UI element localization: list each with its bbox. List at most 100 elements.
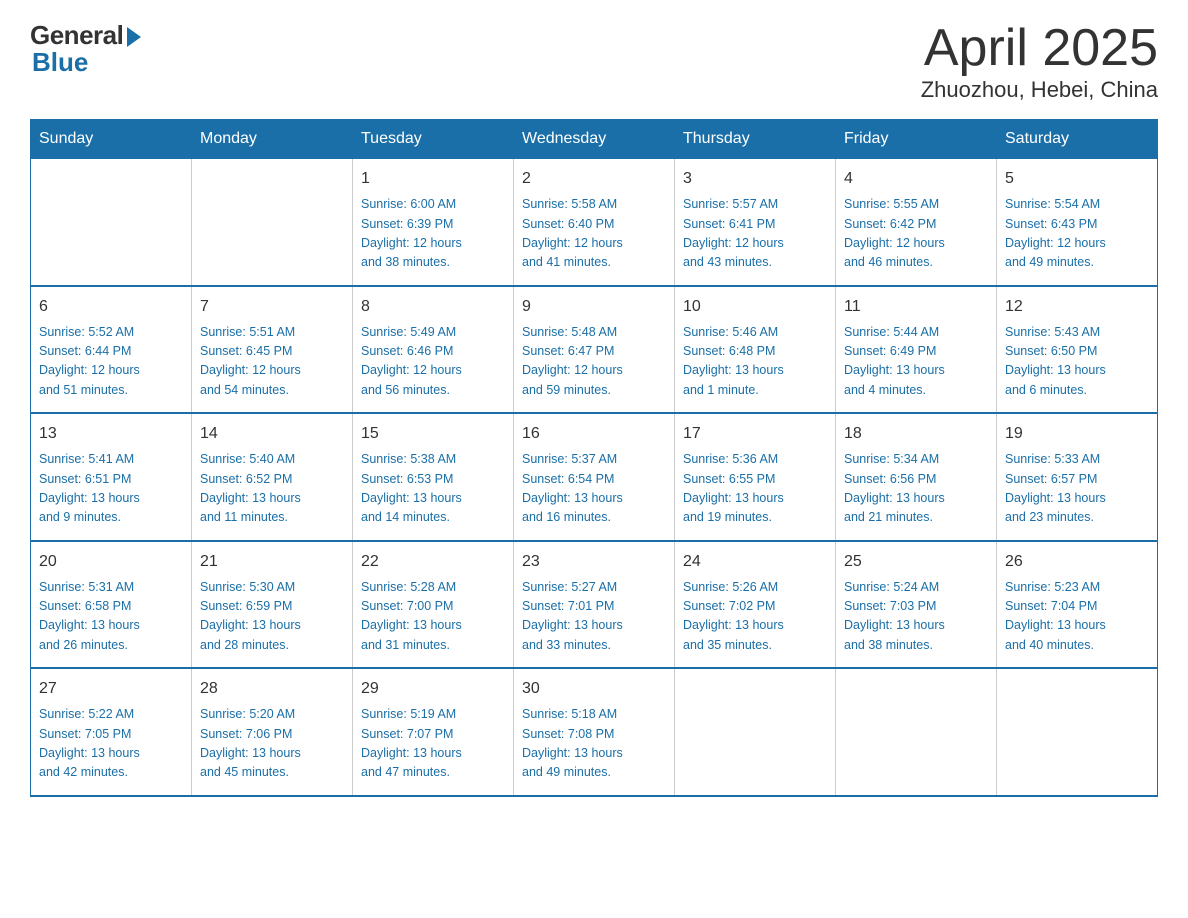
day-number: 15 [361, 422, 505, 446]
calendar-cell: 19 Sunrise: 5:33 AMSunset: 6:57 PMDayligh… [997, 413, 1158, 541]
day-number: 14 [200, 422, 344, 446]
calendar-title: April 2025 [921, 20, 1158, 77]
calendar-cell: 11 Sunrise: 5:44 AMSunset: 6:49 PMDayligh… [836, 286, 997, 414]
calendar-week-row: 6Sunrise: 5:52 AMSunset: 6:44 PMDaylight… [31, 286, 1158, 414]
calendar-cell [836, 668, 997, 796]
day-number: 16 [522, 422, 666, 446]
calendar-cell [675, 668, 836, 796]
calendar-cell: 6Sunrise: 5:52 AMSunset: 6:44 PMDaylight… [31, 286, 192, 414]
weekday-header: Sunday [31, 120, 192, 159]
day-info: Sunrise: 5:54 AMSunset: 6:43 PMDaylight:… [1005, 195, 1149, 273]
weekday-header: Thursday [675, 120, 836, 159]
day-number: 25 [844, 550, 988, 574]
day-number: 23 [522, 550, 666, 574]
calendar-cell [192, 159, 353, 286]
day-number: 19 [1005, 422, 1149, 446]
weekday-header: Saturday [997, 120, 1158, 159]
logo-arrow-icon [127, 27, 141, 47]
logo: General Blue [30, 20, 141, 78]
day-number: 20 [39, 550, 183, 574]
day-info: Sunrise: 5:57 AMSunset: 6:41 PMDaylight:… [683, 195, 827, 273]
day-info: Sunrise: 5:40 AMSunset: 6:52 PMDaylight:… [200, 450, 344, 528]
calendar-cell: 24 Sunrise: 5:26 AMSunset: 7:02 PMDayligh… [675, 541, 836, 669]
day-info: Sunrise: 5:46 AMSunset: 6:48 PMDaylight:… [683, 323, 827, 401]
calendar-cell: 23Sunrise: 5:27 AMSunset: 7:01 PMDayligh… [514, 541, 675, 669]
day-info: Sunrise: 5:19 AMSunset: 7:07 PMDaylight:… [361, 705, 505, 783]
calendar-cell: 5 Sunrise: 5:54 AMSunset: 6:43 PMDaylight… [997, 159, 1158, 286]
day-number: 7 [200, 295, 344, 319]
calendar-cell: 17 Sunrise: 5:36 AMSunset: 6:55 PMDayligh… [675, 413, 836, 541]
day-info: Sunrise: 5:48 AMSunset: 6:47 PMDaylight:… [522, 323, 666, 401]
day-number: 5 [1005, 167, 1149, 191]
day-number: 13 [39, 422, 183, 446]
day-number: 1 [361, 167, 505, 191]
calendar-cell: 9 Sunrise: 5:48 AMSunset: 6:47 PMDaylight… [514, 286, 675, 414]
calendar-week-row: 13 Sunrise: 5:41 AMSunset: 6:51 PMDayligh… [31, 413, 1158, 541]
day-number: 8 [361, 295, 505, 319]
day-number: 26 [1005, 550, 1149, 574]
calendar-cell: 22 Sunrise: 5:28 AMSunset: 7:00 PMDayligh… [353, 541, 514, 669]
day-info: Sunrise: 5:30 AMSunset: 6:59 PMDaylight:… [200, 578, 344, 656]
calendar-location: Zhuozhou, Hebei, China [921, 77, 1158, 103]
day-number: 12 [1005, 295, 1149, 319]
calendar-cell: 13 Sunrise: 5:41 AMSunset: 6:51 PMDayligh… [31, 413, 192, 541]
day-number: 30 [522, 677, 666, 701]
calendar-week-row: 20 Sunrise: 5:31 AMSunset: 6:58 PMDayligh… [31, 541, 1158, 669]
weekday-header: Monday [192, 120, 353, 159]
day-info: Sunrise: 5:41 AMSunset: 6:51 PMDaylight:… [39, 450, 183, 528]
day-number: 17 [683, 422, 827, 446]
weekday-header: Wednesday [514, 120, 675, 159]
day-number: 21 [200, 550, 344, 574]
calendar-cell: 28Sunrise: 5:20 AMSunset: 7:06 PMDayligh… [192, 668, 353, 796]
day-info: Sunrise: 5:44 AMSunset: 6:49 PMDaylight:… [844, 323, 988, 401]
day-info: Sunrise: 6:00 AMSunset: 6:39 PMDaylight:… [361, 195, 505, 273]
calendar-cell: 21 Sunrise: 5:30 AMSunset: 6:59 PMDayligh… [192, 541, 353, 669]
day-info: Sunrise: 5:49 AMSunset: 6:46 PMDaylight:… [361, 323, 505, 401]
calendar-cell: 29Sunrise: 5:19 AMSunset: 7:07 PMDayligh… [353, 668, 514, 796]
calendar-cell [997, 668, 1158, 796]
calendar-cell: 12 Sunrise: 5:43 AMSunset: 6:50 PMDayligh… [997, 286, 1158, 414]
calendar-table: SundayMondayTuesdayWednesdayThursdayFrid… [30, 119, 1158, 797]
day-number: 27 [39, 677, 183, 701]
weekday-header: Friday [836, 120, 997, 159]
title-block: April 2025 Zhuozhou, Hebei, China [921, 20, 1158, 103]
calendar-cell: 26 Sunrise: 5:23 AMSunset: 7:04 PMDayligh… [997, 541, 1158, 669]
calendar-cell [31, 159, 192, 286]
day-info: Sunrise: 5:34 AMSunset: 6:56 PMDaylight:… [844, 450, 988, 528]
day-info: Sunrise: 5:23 AMSunset: 7:04 PMDaylight:… [1005, 578, 1149, 656]
day-info: Sunrise: 5:51 AMSunset: 6:45 PMDaylight:… [200, 323, 344, 401]
calendar-cell: 10 Sunrise: 5:46 AMSunset: 6:48 PMDayligh… [675, 286, 836, 414]
day-number: 4 [844, 167, 988, 191]
calendar-cell: 14 Sunrise: 5:40 AMSunset: 6:52 PMDayligh… [192, 413, 353, 541]
calendar-cell: 8 Sunrise: 5:49 AMSunset: 6:46 PMDaylight… [353, 286, 514, 414]
day-info: Sunrise: 5:26 AMSunset: 7:02 PMDaylight:… [683, 578, 827, 656]
day-info: Sunrise: 5:24 AMSunset: 7:03 PMDaylight:… [844, 578, 988, 656]
day-info: Sunrise: 5:28 AMSunset: 7:00 PMDaylight:… [361, 578, 505, 656]
day-info: Sunrise: 5:43 AMSunset: 6:50 PMDaylight:… [1005, 323, 1149, 401]
day-info: Sunrise: 5:37 AMSunset: 6:54 PMDaylight:… [522, 450, 666, 528]
day-number: 9 [522, 295, 666, 319]
day-info: Sunrise: 5:22 AMSunset: 7:05 PMDaylight:… [39, 705, 183, 783]
calendar-cell: 4Sunrise: 5:55 AMSunset: 6:42 PMDaylight… [836, 159, 997, 286]
calendar-cell: 16 Sunrise: 5:37 AMSunset: 6:54 PMDayligh… [514, 413, 675, 541]
day-number: 11 [844, 295, 988, 319]
calendar-cell: 15Sunrise: 5:38 AMSunset: 6:53 PMDayligh… [353, 413, 514, 541]
day-info: Sunrise: 5:31 AMSunset: 6:58 PMDaylight:… [39, 578, 183, 656]
day-info: Sunrise: 5:18 AMSunset: 7:08 PMDaylight:… [522, 705, 666, 783]
day-info: Sunrise: 5:36 AMSunset: 6:55 PMDaylight:… [683, 450, 827, 528]
calendar-week-row: 27 Sunrise: 5:22 AMSunset: 7:05 PMDayligh… [31, 668, 1158, 796]
calendar-week-row: 1 Sunrise: 6:00 AMSunset: 6:39 PMDaylight… [31, 159, 1158, 286]
calendar-cell: 1 Sunrise: 6:00 AMSunset: 6:39 PMDaylight… [353, 159, 514, 286]
day-number: 24 [683, 550, 827, 574]
day-info: Sunrise: 5:58 AMSunset: 6:40 PMDaylight:… [522, 195, 666, 273]
day-number: 2 [522, 167, 666, 191]
weekday-header: Tuesday [353, 120, 514, 159]
calendar-cell: 2 Sunrise: 5:58 AMSunset: 6:40 PMDaylight… [514, 159, 675, 286]
day-number: 22 [361, 550, 505, 574]
calendar-cell: 7 Sunrise: 5:51 AMSunset: 6:45 PMDaylight… [192, 286, 353, 414]
day-info: Sunrise: 5:33 AMSunset: 6:57 PMDaylight:… [1005, 450, 1149, 528]
day-number: 10 [683, 295, 827, 319]
calendar-cell: 30 Sunrise: 5:18 AMSunset: 7:08 PMDayligh… [514, 668, 675, 796]
page-header: General Blue April 2025 Zhuozhou, Hebei,… [30, 20, 1158, 103]
calendar-cell: 25 Sunrise: 5:24 AMSunset: 7:03 PMDayligh… [836, 541, 997, 669]
